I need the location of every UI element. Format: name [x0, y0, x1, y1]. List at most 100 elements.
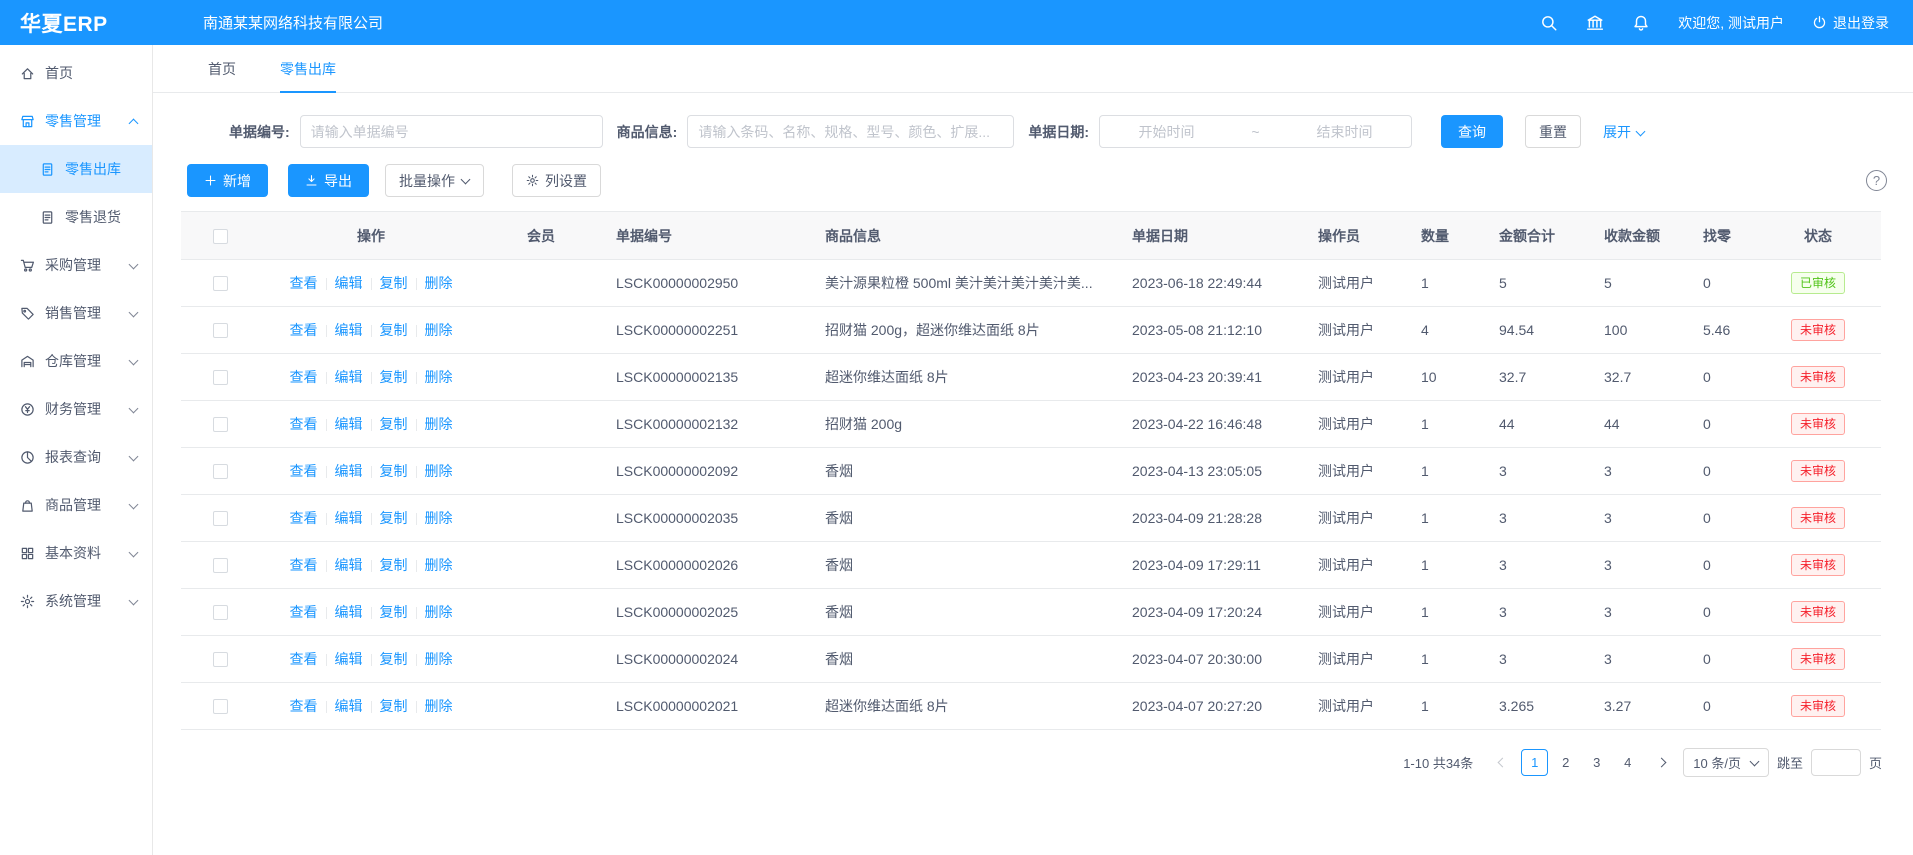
view-link[interactable]: 查看	[290, 322, 318, 338]
sidebar-item-2[interactable]: 零售出库	[0, 145, 152, 193]
quantity-cell: 1	[1405, 260, 1483, 307]
sidebar-item-4[interactable]: 采购管理	[0, 241, 152, 289]
row-checkbox[interactable]	[213, 417, 228, 432]
edit-link[interactable]: 编辑	[335, 322, 363, 338]
bell-icon[interactable]	[1632, 14, 1650, 32]
bank-icon[interactable]	[1586, 14, 1604, 32]
batch-operations-button[interactable]: 批量操作	[385, 164, 484, 197]
row-checkbox[interactable]	[213, 464, 228, 479]
edit-link[interactable]: 编辑	[335, 651, 363, 667]
delete-link[interactable]: 删除	[425, 369, 453, 385]
delete-link[interactable]: 删除	[425, 510, 453, 526]
edit-link[interactable]: 编辑	[335, 604, 363, 620]
delete-link[interactable]: 删除	[425, 651, 453, 667]
edit-link[interactable]: 编辑	[335, 416, 363, 432]
row-checkbox[interactable]	[213, 370, 228, 385]
copy-link[interactable]: 复制	[380, 322, 408, 338]
date-range-picker[interactable]: 开始时间 ~ 结束时间	[1099, 115, 1412, 148]
delete-link[interactable]: 删除	[425, 698, 453, 714]
select-all-checkbox[interactable]	[213, 229, 228, 244]
delete-link[interactable]: 删除	[425, 557, 453, 573]
export-button[interactable]: 导出	[288, 164, 369, 197]
row-actions: 查看 编辑 复制 删除	[290, 698, 453, 714]
copy-link[interactable]: 复制	[380, 369, 408, 385]
page-button[interactable]: 2	[1552, 749, 1579, 776]
view-link[interactable]: 查看	[290, 510, 318, 526]
copy-link[interactable]: 复制	[380, 604, 408, 620]
edit-link[interactable]: 编辑	[335, 275, 363, 291]
add-button[interactable]: 新增	[187, 164, 268, 197]
sidebar-item-11[interactable]: 系统管理	[0, 577, 152, 625]
received-amount-cell: 100	[1588, 307, 1687, 354]
column-header: 操作员	[1302, 212, 1405, 260]
bill-no-input[interactable]	[300, 115, 603, 148]
row-checkbox[interactable]	[213, 652, 228, 667]
edit-link[interactable]: 编辑	[335, 510, 363, 526]
received-amount-cell: 3	[1588, 589, 1687, 636]
operator-cell: 测试用户	[1302, 448, 1405, 495]
row-checkbox[interactable]	[213, 558, 228, 573]
edit-link[interactable]: 编辑	[335, 369, 363, 385]
row-checkbox[interactable]	[213, 511, 228, 526]
view-link[interactable]: 查看	[290, 698, 318, 714]
delete-link[interactable]: 删除	[425, 463, 453, 479]
edit-link[interactable]: 编辑	[335, 557, 363, 573]
logout-button[interactable]: 退出登录	[1812, 13, 1889, 33]
view-link[interactable]: 查看	[290, 275, 318, 291]
copy-link[interactable]: 复制	[380, 275, 408, 291]
page-size-select[interactable]: 10 条/页	[1683, 748, 1769, 777]
row-checkbox[interactable]	[213, 323, 228, 338]
quantity-cell: 1	[1405, 683, 1483, 730]
view-link[interactable]: 查看	[290, 604, 318, 620]
product-info-input[interactable]	[687, 115, 1014, 148]
bill-no-cell: LSCK00000002132	[600, 401, 809, 448]
row-checkbox[interactable]	[213, 605, 228, 620]
sidebar-item-8[interactable]: 报表查询	[0, 433, 152, 481]
sidebar-item-1[interactable]: 零售管理	[0, 97, 152, 145]
bill-no-cell: LSCK00000002024	[600, 636, 809, 683]
view-link[interactable]: 查看	[290, 369, 318, 385]
copy-link[interactable]: 复制	[380, 698, 408, 714]
expand-link[interactable]: 展开	[1603, 122, 1644, 142]
copy-link[interactable]: 复制	[380, 651, 408, 667]
copy-link[interactable]: 复制	[380, 416, 408, 432]
sidebar-item-5[interactable]: 销售管理	[0, 289, 152, 337]
row-checkbox[interactable]	[213, 276, 228, 291]
edit-link[interactable]: 编辑	[335, 463, 363, 479]
column-settings-button[interactable]: 列设置	[512, 164, 601, 197]
sidebar-item-10[interactable]: 基本资料	[0, 529, 152, 577]
page-button[interactable]: 1	[1521, 749, 1548, 776]
page-button[interactable]: 3	[1583, 749, 1610, 776]
view-link[interactable]: 查看	[290, 557, 318, 573]
sidebar-item-3[interactable]: 零售退货	[0, 193, 152, 241]
prev-page-button[interactable]	[1487, 750, 1513, 776]
table-row: 查看编辑复制删除 LSCK00000002025 香烟 2023-04-09 1…	[181, 589, 1881, 636]
search-icon[interactable]	[1540, 14, 1558, 32]
sidebar-menu: 首页 零售管理 零售出库 零售退货 采购管理 销售管理 仓库管理 财务管理 报表…	[0, 49, 152, 625]
search-button[interactable]: 查询	[1441, 115, 1503, 148]
view-link[interactable]: 查看	[290, 651, 318, 667]
sidebar-item-9[interactable]: 商品管理	[0, 481, 152, 529]
row-checkbox[interactable]	[213, 699, 228, 714]
delete-link[interactable]: 删除	[425, 416, 453, 432]
chevron-icon	[129, 453, 138, 462]
reset-button[interactable]: 重置	[1525, 115, 1581, 148]
sidebar-item-0[interactable]: 首页	[0, 49, 152, 97]
delete-link[interactable]: 删除	[425, 275, 453, 291]
view-link[interactable]: 查看	[290, 463, 318, 479]
next-page-button[interactable]	[1649, 750, 1675, 776]
copy-link[interactable]: 复制	[380, 510, 408, 526]
sidebar-item-7[interactable]: 财务管理	[0, 385, 152, 433]
edit-link[interactable]: 编辑	[335, 698, 363, 714]
copy-link[interactable]: 复制	[380, 557, 408, 573]
delete-link[interactable]: 删除	[425, 322, 453, 338]
tab-0[interactable]: 首页	[208, 45, 236, 92]
sidebar-item-6[interactable]: 仓库管理	[0, 337, 152, 385]
tab-1[interactable]: 零售出库	[280, 45, 336, 92]
copy-link[interactable]: 复制	[380, 463, 408, 479]
jump-page-input[interactable]	[1811, 749, 1861, 776]
help-icon[interactable]: ?	[1866, 170, 1887, 191]
view-link[interactable]: 查看	[290, 416, 318, 432]
delete-link[interactable]: 删除	[425, 604, 453, 620]
page-button[interactable]: 4	[1614, 749, 1641, 776]
